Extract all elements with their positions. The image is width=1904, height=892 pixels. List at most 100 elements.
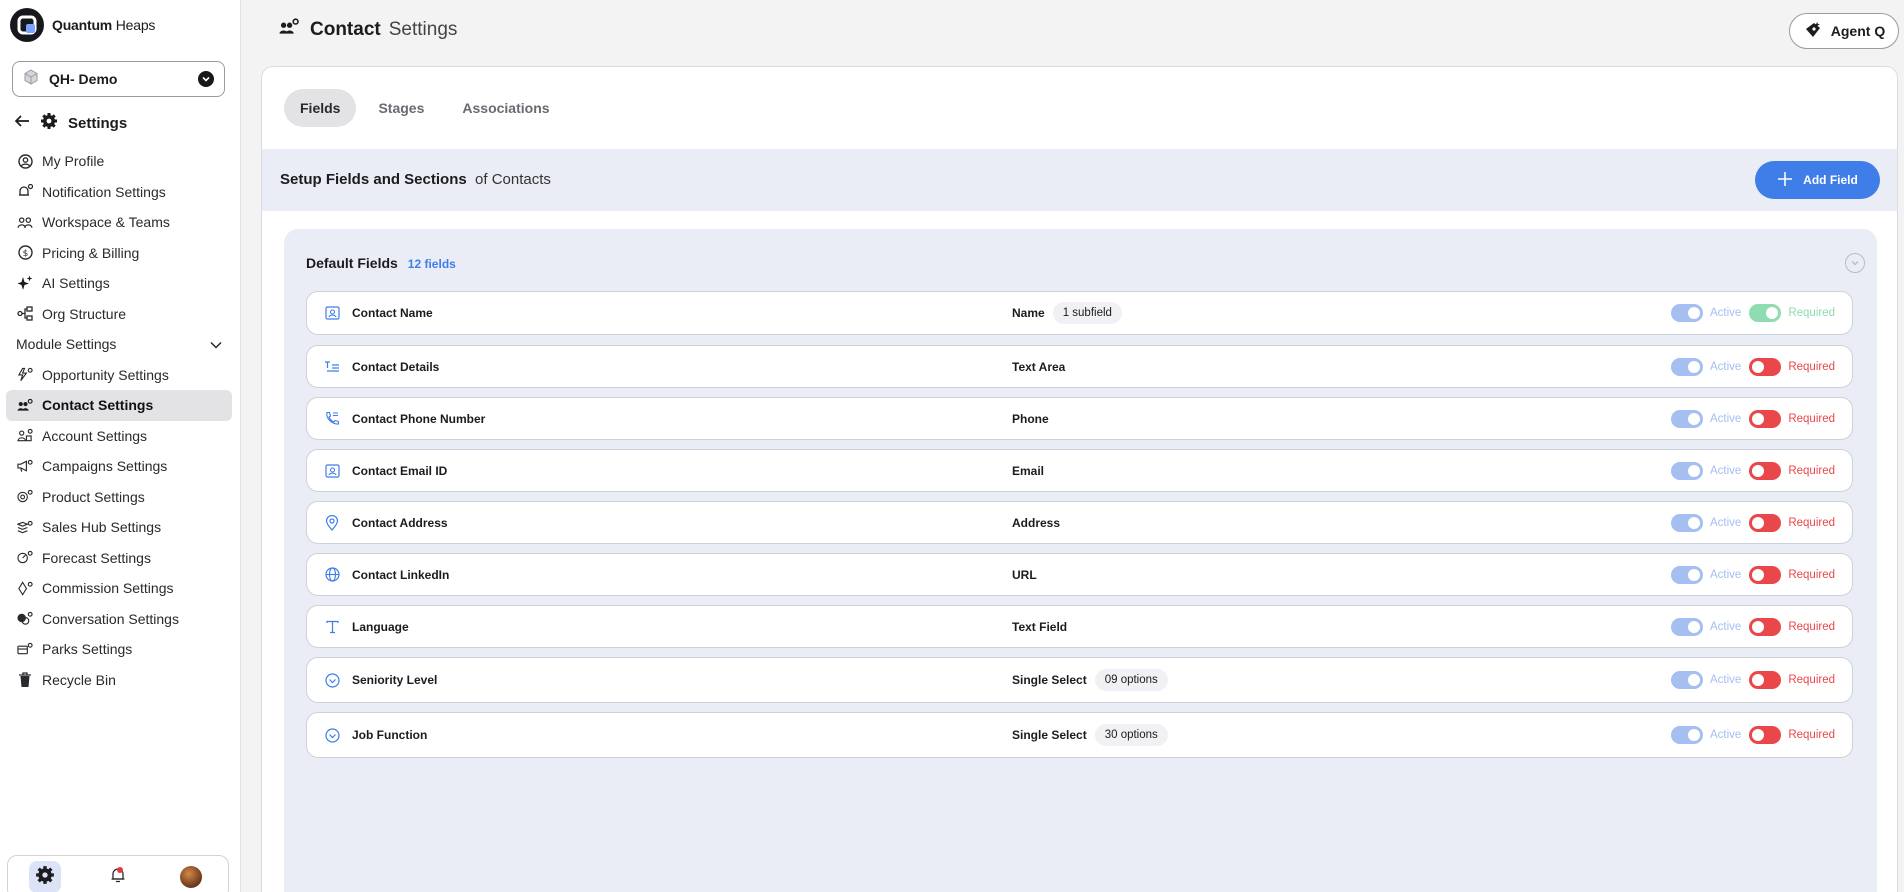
nav-item-workspace-teams[interactable]: Workspace & Teams (6, 207, 232, 238)
back-arrow-icon[interactable] (14, 114, 30, 132)
nav-item-parks-settings[interactable]: Parks Settings (6, 634, 232, 665)
field-row[interactable]: Contact Email ID Email Active Required (306, 449, 1853, 492)
required-label: Required (1788, 568, 1835, 581)
active-label: Active (1710, 464, 1742, 477)
id-card-icon (323, 304, 341, 322)
nav-label: Org Structure (42, 305, 127, 322)
field-name: Contact Phone Number (352, 411, 486, 426)
agent-label: Agent Q (1830, 23, 1886, 39)
nav-item-commission-settings[interactable]: Commission Settings (6, 573, 232, 604)
field-type-group: Name 1 subfield (1012, 302, 1122, 324)
field-row[interactable]: Contact Phone Number Phone Active Required (306, 397, 1853, 440)
active-toggle[interactable] (1671, 726, 1703, 744)
chevron-down-icon (210, 336, 222, 352)
chevron-circle-icon (323, 726, 341, 744)
field-option-chip[interactable]: 09 options (1094, 669, 1168, 691)
field-row[interactable]: Contact LinkedIn URL Active Required (306, 553, 1853, 596)
gear-icon (40, 112, 58, 134)
required-toggle[interactable] (1749, 617, 1782, 636)
required-toggle[interactable] (1749, 409, 1782, 428)
nav-item-ai-settings[interactable]: AI Settings (6, 268, 232, 299)
field-toggles: Active Required (1671, 726, 1835, 744)
module-settings-section[interactable]: Module Settings (6, 329, 232, 360)
nav-label: Notification Settings (42, 183, 166, 200)
tab-fields[interactable]: Fields (284, 89, 357, 127)
workspace-select[interactable]: QH- Demo (12, 61, 225, 97)
active-toggle[interactable] (1671, 461, 1703, 480)
forecast-icon (17, 550, 33, 566)
toggle-knob (1752, 620, 1765, 633)
required-toggle[interactable] (1749, 357, 1782, 376)
nav-item-sales-hub-settings[interactable]: Sales Hub Settings (6, 512, 232, 543)
field-row[interactable]: Seniority Level Single Select 09 options Ac… (306, 657, 1853, 703)
active-toggle[interactable] (1671, 409, 1703, 428)
active-toggle[interactable] (1671, 671, 1703, 689)
nav-label: Workspace & Teams (42, 214, 170, 231)
trash-icon (17, 672, 33, 688)
required-toggle[interactable] (1749, 671, 1782, 689)
field-row[interactable]: Contact Address Address Active Required (306, 501, 1853, 544)
contacts-icon (17, 397, 33, 413)
required-toggle[interactable] (1749, 461, 1782, 480)
field-row[interactable]: Job Function Single Select 30 options Activ… (306, 712, 1853, 758)
sales-hub-icon (17, 519, 33, 535)
brand-logo[interactable]: Quantum Heaps (10, 8, 155, 42)
nav-item-account-settings[interactable]: Account Settings (6, 421, 232, 452)
add-field-button[interactable]: Add Field (1755, 161, 1880, 199)
toggle-knob (1688, 674, 1700, 686)
nav-item-contact-settings[interactable]: Contact Settings (6, 390, 232, 421)
required-label: Required (1788, 464, 1835, 477)
field-row[interactable]: Language Text Field Active Required (306, 605, 1853, 648)
page-title-light: Settings (388, 19, 458, 40)
collapse-toggle-icon[interactable] (1845, 253, 1865, 273)
required-toggle[interactable] (1749, 304, 1782, 322)
default-fields-panel: Default Fields 12 fields Contact Name Nam… (284, 229, 1877, 892)
nav-item-conversation-settings[interactable]: Conversation Settings (6, 604, 232, 635)
toggle-knob (1752, 674, 1765, 686)
active-toggle[interactable] (1671, 513, 1703, 532)
svg-text:$: $ (22, 249, 28, 259)
required-toggle[interactable] (1749, 726, 1782, 744)
field-name: Seniority Level (352, 673, 438, 687)
nav-item-product-settings[interactable]: Product Settings (6, 482, 232, 513)
nav-item-campaigns-settings[interactable]: Campaigns Settings (6, 451, 232, 482)
active-toggle[interactable] (1671, 617, 1703, 636)
active-label: Active (1710, 729, 1742, 741)
default-fields-count: 12 fields (407, 257, 456, 271)
nav-item-pricing-billing[interactable]: $ Pricing & Billing (6, 238, 232, 269)
field-name: Contact Address (352, 515, 448, 530)
active-label: Active (1710, 568, 1742, 581)
agent-q-button[interactable]: Agent Q (1789, 13, 1899, 49)
nav-item-org-structure[interactable]: Org Structure (6, 299, 232, 330)
notifications-shortcut[interactable] (102, 861, 134, 892)
nav-item-opportunity-settings[interactable]: Opportunity Settings (6, 360, 232, 391)
field-type: Name (1012, 306, 1045, 320)
settings-shortcut[interactable] (28, 861, 61, 892)
required-toggle[interactable] (1749, 565, 1782, 584)
active-toggle[interactable] (1671, 357, 1703, 376)
nav-item-my-profile[interactable]: My Profile (6, 146, 232, 177)
field-option-chip[interactable]: 1 subfield (1052, 302, 1122, 324)
field-name: Language (352, 619, 409, 634)
field-type: Phone (1012, 411, 1049, 426)
default-fields-header: Default Fields 12 fields (306, 255, 456, 271)
tab-associations[interactable]: Associations (446, 89, 565, 127)
field-type-group: URL (1012, 568, 1037, 582)
required-toggle[interactable] (1749, 513, 1782, 532)
active-toggle[interactable] (1671, 565, 1703, 584)
active-toggle[interactable] (1671, 304, 1703, 322)
sidebar: Quantum Heaps QH- Demo Settings My Profi… (0, 0, 241, 892)
product-icon (17, 489, 33, 505)
profile-shortcut[interactable] (175, 861, 207, 892)
tab-stages[interactable]: Stages (362, 89, 440, 127)
field-row[interactable]: Contact Details Text Area Active Required (306, 345, 1853, 388)
settings-title: Settings (68, 114, 128, 132)
dollar-circle-icon: $ (17, 245, 33, 261)
nav-item-notification-settings[interactable]: Notification Settings (6, 177, 232, 208)
nav-item-recycle-bin[interactable]: Recycle Bin (6, 665, 232, 696)
field-row[interactable]: Contact Name Name 1 subfield Active Required (306, 291, 1853, 335)
nav-item-forecast-settings[interactable]: Forecast Settings (6, 543, 232, 574)
toggle-knob (1766, 307, 1779, 319)
cube-icon (23, 68, 39, 90)
field-option-chip[interactable]: 30 options (1094, 724, 1168, 746)
